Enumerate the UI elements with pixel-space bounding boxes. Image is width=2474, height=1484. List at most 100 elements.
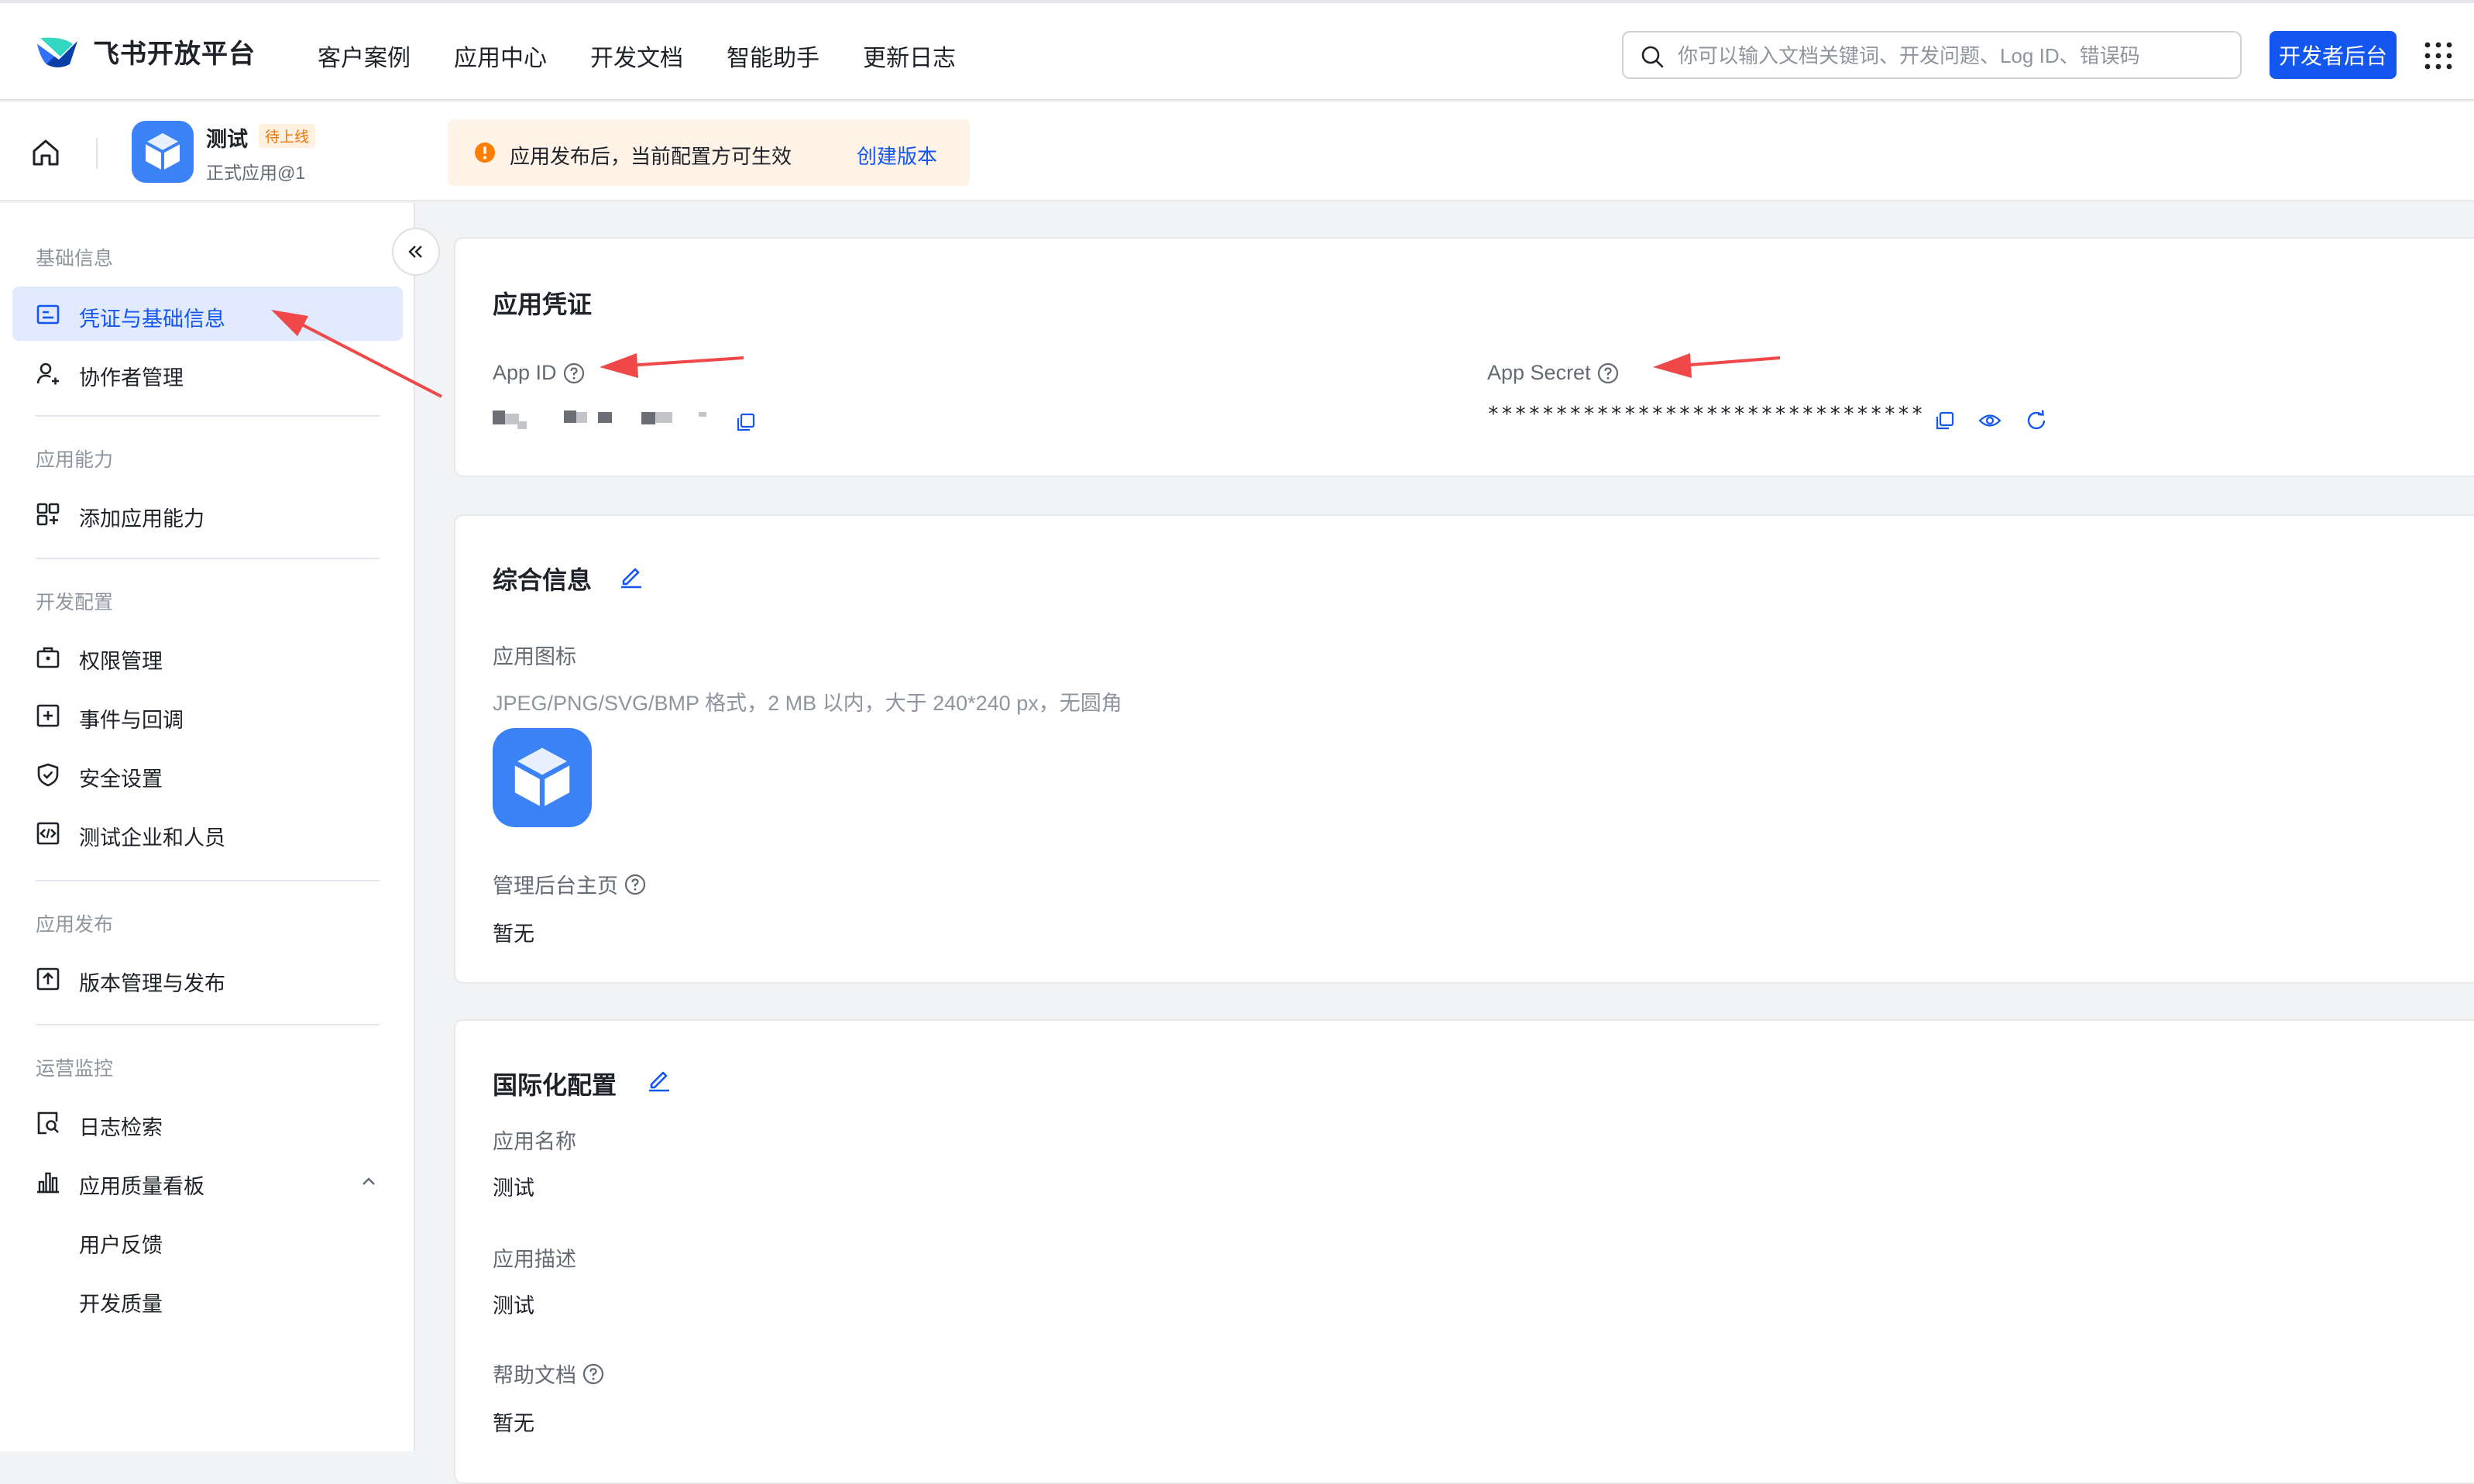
sidebar-item-label: 应用质量看板 — [79, 1175, 204, 1198]
sidebar-item-test-org[interactable]: 测试企业和人员 — [12, 806, 403, 860]
sidebar-section-capability: 应用能力 — [36, 449, 114, 471]
upload-icon — [36, 967, 60, 991]
sidebar-item-add-capability[interactable]: 添加应用能力 — [12, 486, 403, 541]
help-doc-label-text: 帮助文档 — [493, 1364, 576, 1387]
sidebar-item-label: 版本管理与发布 — [79, 972, 225, 995]
double-chevron-left-icon — [408, 246, 422, 258]
sidebar-item-quality-board[interactable]: 应用质量看板 — [12, 1154, 403, 1208]
developer-console-button[interactable]: 开发者后台 — [2270, 31, 2397, 79]
sidebar-item-label: 事件与回调 — [79, 709, 184, 732]
app-icon-hint: JPEG/PNG/SVG/BMP 格式，2 MB 以内，大于 240*240 p… — [493, 692, 1122, 715]
app-desc-label: 应用描述 — [493, 1248, 576, 1271]
brand-name: 飞书开放平台 — [93, 40, 256, 69]
bar-chart-icon — [37, 1172, 59, 1194]
sidebar-subitem-dev-quality[interactable]: 开发质量 — [79, 1287, 163, 1317]
sidebar-collapse-button[interactable] — [392, 228, 440, 276]
sidebar: 基础信息 凭证与基础信息 协作者管理 应用能力 添加应用能力 开发配置 权限管理… — [0, 203, 415, 1451]
help-icon[interactable] — [563, 362, 585, 384]
sidebar-item-events[interactable]: 事件与回调 — [12, 688, 403, 742]
sidebar-divider — [36, 558, 380, 559]
publish-notice: 应用发布后，当前配置方可生效 创建版本 — [448, 119, 970, 186]
sidebar-subitem-feedback[interactable]: 用户反馈 — [79, 1228, 163, 1259]
search-box[interactable] — [1622, 31, 2242, 79]
copy-app-id-icon[interactable] — [736, 412, 756, 432]
create-version-link[interactable]: 创建版本 — [857, 141, 937, 170]
sidebar-item-label: 权限管理 — [79, 650, 163, 673]
admin-home-value: 暂无 — [493, 922, 534, 946]
sidebar-divider — [36, 880, 380, 881]
sidebar-item-credentials[interactable]: 凭证与基础信息 — [12, 287, 403, 341]
sidebar-item-label: 凭证与基础信息 — [79, 307, 225, 331]
home-icon[interactable] — [31, 138, 60, 167]
sidebar-item-permissions[interactable]: 权限管理 — [12, 629, 403, 683]
app-secret-label: App Secret — [1487, 361, 1619, 385]
credentials-title: 应用凭证 — [493, 290, 593, 318]
search-icon — [1641, 46, 1664, 68]
app-id-label-text: App ID — [493, 361, 557, 384]
sidebar-section-publish: 应用发布 — [36, 914, 114, 936]
event-icon — [36, 704, 60, 727]
search-input[interactable] — [1676, 40, 2226, 71]
eye-icon[interactable] — [1978, 411, 2002, 431]
code-icon — [36, 822, 60, 845]
warning-icon — [475, 143, 495, 163]
help-icon[interactable] — [582, 1363, 604, 1385]
sidebar-item-log-search[interactable]: 日志检索 — [12, 1095, 403, 1149]
notice-text: 应用发布后，当前配置方可生效 — [510, 145, 792, 168]
app-name: 测试 — [206, 128, 248, 151]
app-id-label: App ID — [493, 361, 585, 385]
app-cube-icon — [132, 121, 194, 183]
sidebar-section-basic: 基础信息 — [36, 248, 114, 270]
sidebar-section-monitoring: 运营监控 — [36, 1058, 114, 1080]
i18n-card: 国际化配置 应用名称 测试 应用描述 测试 帮助文档 暂无 — [454, 1019, 2474, 1484]
help-icon[interactable] — [624, 874, 646, 895]
copy-secret-icon[interactable] — [1935, 411, 1955, 431]
sidebar-item-security[interactable]: 安全设置 — [12, 747, 403, 801]
shield-icon — [37, 763, 59, 787]
sidebar-divider — [36, 1024, 380, 1025]
chevron-up-icon[interactable] — [359, 1173, 378, 1191]
app-grid-icon[interactable] — [2424, 42, 2452, 70]
general-info-card: 综合信息 应用图标 JPEG/PNG/SVG/BMP 格式，2 MB 以内，大于… — [454, 514, 2474, 984]
admin-home-label: 管理后台主页 — [493, 869, 646, 899]
nav-item-docs[interactable]: 开发文档 — [590, 39, 683, 73]
user-add-icon — [36, 362, 59, 385]
general-info-title: 综合信息 — [493, 566, 593, 594]
nav-item-cases[interactable]: 客户案例 — [318, 39, 411, 73]
sidebar-item-label: 安全设置 — [79, 768, 163, 791]
apps-add-icon — [36, 503, 60, 526]
credential-icon — [36, 304, 60, 325]
app-secret-label-text: App Secret — [1487, 361, 1591, 384]
sidebar-item-versions[interactable]: 版本管理与发布 — [12, 951, 403, 1005]
sidebar-item-label: 日志检索 — [79, 1116, 163, 1139]
nav-item-changelog[interactable]: 更新日志 — [863, 39, 956, 73]
i18n-title: 国际化配置 — [493, 1071, 617, 1099]
credentials-card: 应用凭证 App ID App Secret *****************… — [454, 237, 2474, 477]
nav-item-app-center[interactable]: 应用中心 — [454, 39, 547, 73]
lock-box-icon — [36, 647, 60, 668]
sidebar-item-label: 测试企业和人员 — [79, 826, 225, 850]
nav-item-assistant[interactable]: 智能助手 — [727, 39, 820, 73]
header-divider — [96, 138, 98, 169]
app-desc-value: 测试 — [493, 1294, 534, 1317]
app-name-label: 应用名称 — [493, 1130, 576, 1153]
app-icon-label: 应用图标 — [493, 645, 576, 668]
brand-logo[interactable]: 飞书开放平台 — [36, 33, 256, 70]
app-name-value: 测试 — [493, 1177, 534, 1200]
sidebar-section-dev-config: 开发配置 — [36, 592, 114, 613]
app-subtitle: 正式应用@1 — [206, 163, 306, 183]
sidebar-divider — [36, 415, 380, 417]
top-nav-menu: 客户案例 应用中心 开发文档 智能助手 更新日志 — [318, 39, 999, 73]
help-icon[interactable] — [1597, 362, 1619, 384]
app-header: 测试 待上线 正式应用@1 应用发布后，当前配置方可生效 创建版本 — [0, 102, 2474, 201]
admin-home-label-text: 管理后台主页 — [493, 874, 618, 898]
edit-icon[interactable] — [618, 562, 644, 589]
edit-icon[interactable] — [646, 1066, 672, 1092]
app-cube-icon[interactable] — [493, 728, 592, 827]
sidebar-item-collaborators[interactable]: 协作者管理 — [12, 345, 403, 400]
app-secret-masked: ******************************** — [1487, 403, 1925, 426]
sidebar-item-label: 添加应用能力 — [79, 507, 204, 531]
refresh-icon[interactable] — [2025, 409, 2048, 432]
top-navbar: 飞书开放平台 客户案例 应用中心 开发文档 智能助手 更新日志 开发者后台 — [0, 0, 2474, 101]
help-doc-label: 帮助文档 — [493, 1359, 604, 1389]
